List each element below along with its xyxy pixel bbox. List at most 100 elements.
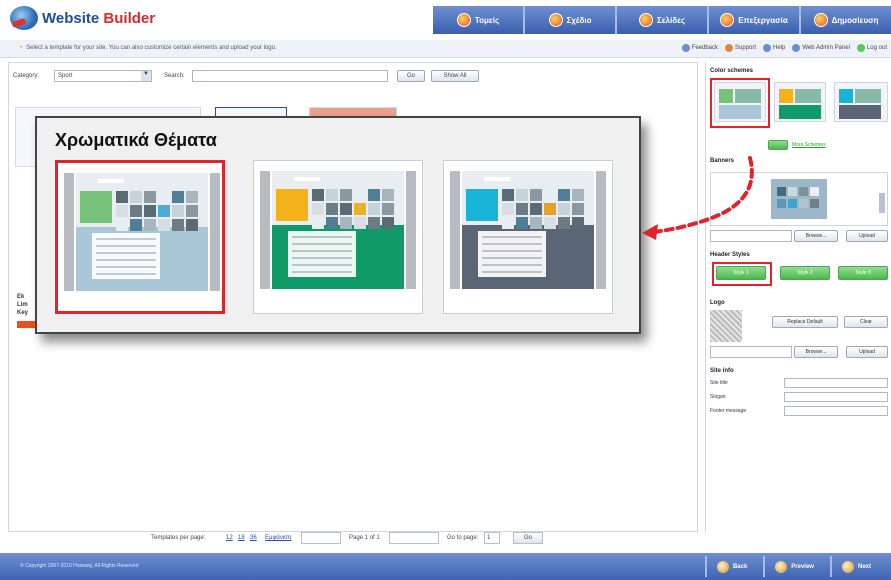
step-publish[interactable]: Δημοσίευση [801, 6, 891, 34]
next-button[interactable]: Next [829, 556, 881, 577]
header: Website Builder Τομείς Σχέδιο Σελίδες Επ… [0, 0, 891, 40]
per-page-12[interactable]: 12 [226, 535, 233, 541]
support-link[interactable]: Support [725, 44, 756, 52]
category-label: Category: [13, 73, 40, 79]
support-icon [725, 44, 734, 52]
per-page-18[interactable]: 18 [238, 535, 245, 541]
theme-photo-tile [572, 217, 584, 229]
footer-message-input[interactable] [784, 406, 888, 416]
theme-logo-strip [98, 179, 124, 183]
theme-side-shadow [406, 171, 416, 289]
edit-icon [720, 13, 735, 27]
theme-photo-tile [186, 191, 198, 203]
feedback-link[interactable]: Feedback [681, 44, 718, 52]
color-scheme-3[interactable] [834, 82, 888, 122]
color-scheme-2[interactable] [774, 82, 826, 122]
per-page-all[interactable]: Εμφάνιση [265, 535, 291, 541]
app-logo: Website Builder [10, 6, 155, 30]
theme-photo-tile [572, 203, 584, 215]
theme-photo-tile [558, 217, 570, 229]
step-domains[interactable]: Τομείς [433, 6, 525, 34]
header-style-3-button[interactable]: Style 3 [838, 266, 888, 280]
logo-file-input[interactable] [710, 346, 792, 358]
footer: © Copyright 2007-2010 Hostway, All Right… [0, 553, 891, 580]
next-icon [841, 560, 854, 573]
logo-browse-button[interactable]: Browse... [794, 346, 838, 358]
app-title: Website Builder [42, 10, 155, 27]
theme-slate-card[interactable] [443, 160, 613, 314]
theme-side-shadow [596, 171, 606, 289]
theme-text-block [92, 233, 160, 279]
step-edit[interactable]: Επεξεργασία [709, 6, 801, 34]
more-schemes-icon[interactable] [768, 140, 788, 150]
theme-photo-tile [516, 203, 528, 215]
publish-icon [813, 13, 828, 27]
theme-photo-tile [312, 217, 324, 229]
search-input[interactable] [192, 70, 388, 82]
filter-bar: Category: Sport ▼ Search: Go Show All [9, 69, 697, 85]
goto-page-input[interactable]: 1 [484, 532, 500, 544]
help-link[interactable]: Help [763, 44, 785, 52]
theme-photo-tile [354, 217, 366, 229]
banner-image[interactable] [771, 179, 827, 219]
selected-style-highlight [712, 262, 772, 286]
theme-photo-tile [172, 205, 184, 217]
preview-button[interactable]: Preview [763, 556, 824, 577]
feedback-icon [681, 44, 690, 52]
theme-photo-tile [382, 203, 394, 215]
theme-photo-tile [502, 189, 514, 201]
theme-photo-tile [340, 203, 352, 215]
theme-photo-tile [544, 217, 556, 229]
theme-preview [272, 171, 404, 289]
theme-photo-tile [516, 217, 528, 229]
back-button[interactable]: Back [704, 556, 757, 577]
step-pages[interactable]: Σελίδες [617, 6, 709, 34]
theme-side-shadow [450, 171, 460, 289]
help-icon [763, 44, 772, 52]
slogan-input[interactable] [784, 392, 888, 402]
prev-page-button[interactable] [301, 532, 341, 544]
goto-label: Go to page: [447, 535, 479, 541]
theme-photo-tile [158, 191, 170, 203]
banner-scrollbar[interactable] [879, 193, 885, 213]
theme-green-card[interactable] [253, 160, 423, 314]
site-title-input[interactable] [784, 378, 888, 388]
chevron-down-icon: ▼ [141, 71, 151, 81]
banner-upload-button[interactable]: Upload [846, 230, 888, 242]
logo-upload-button[interactable]: Upload [846, 346, 888, 358]
top-links: Feedback Support Help Web Admin Panel Lo… [681, 44, 887, 52]
theme-photo-tile [172, 191, 184, 203]
footer-message-label: Footer message [710, 408, 747, 414]
logo-clear-button[interactable]: Clear [844, 316, 888, 328]
per-page-36[interactable]: 36 [250, 535, 257, 541]
theme-preview [462, 171, 594, 289]
next-page-button[interactable] [389, 532, 439, 544]
theme-preview [76, 173, 208, 291]
theme-photo-tile [186, 205, 198, 217]
theme-photo-tile [354, 189, 366, 201]
theme-blue-card[interactable] [55, 160, 225, 314]
goto-go-button[interactable]: Go [513, 532, 543, 544]
logout-link[interactable]: Log out [856, 44, 887, 52]
replace-default-button[interactable]: Replace Default [772, 316, 838, 328]
banner-browse-button[interactable]: Browse... [794, 230, 838, 242]
app-title-builder: Builder [103, 9, 156, 27]
per-page-label: Templates per page: [151, 535, 206, 541]
theme-photo-tile [144, 191, 156, 203]
show-all-button[interactable]: Show All [431, 70, 479, 82]
site-title-label: Site title [710, 380, 728, 386]
step-design[interactable]: Σχέδιο [525, 6, 617, 34]
go-button[interactable]: Go [397, 70, 425, 82]
wizard-steps: Τομείς Σχέδιο Σελίδες Επεξεργασία Δημοσί… [433, 6, 891, 34]
theme-photo-tile [340, 189, 352, 201]
category-select[interactable]: Sport ▼ [54, 70, 152, 82]
more-schemes-link[interactable]: More Schemes [792, 142, 826, 148]
header-style-2-button[interactable]: Style 2 [780, 266, 830, 280]
app-title-website: Website [42, 9, 100, 27]
back-icon [716, 560, 729, 573]
theme-photo-tile [144, 205, 156, 217]
wizard-nav: Back Preview Next [704, 556, 881, 577]
admin-panel-link[interactable]: Web Admin Panel [792, 44, 850, 52]
selected-scheme-highlight [710, 78, 770, 128]
theme-photo-tile [326, 189, 338, 201]
